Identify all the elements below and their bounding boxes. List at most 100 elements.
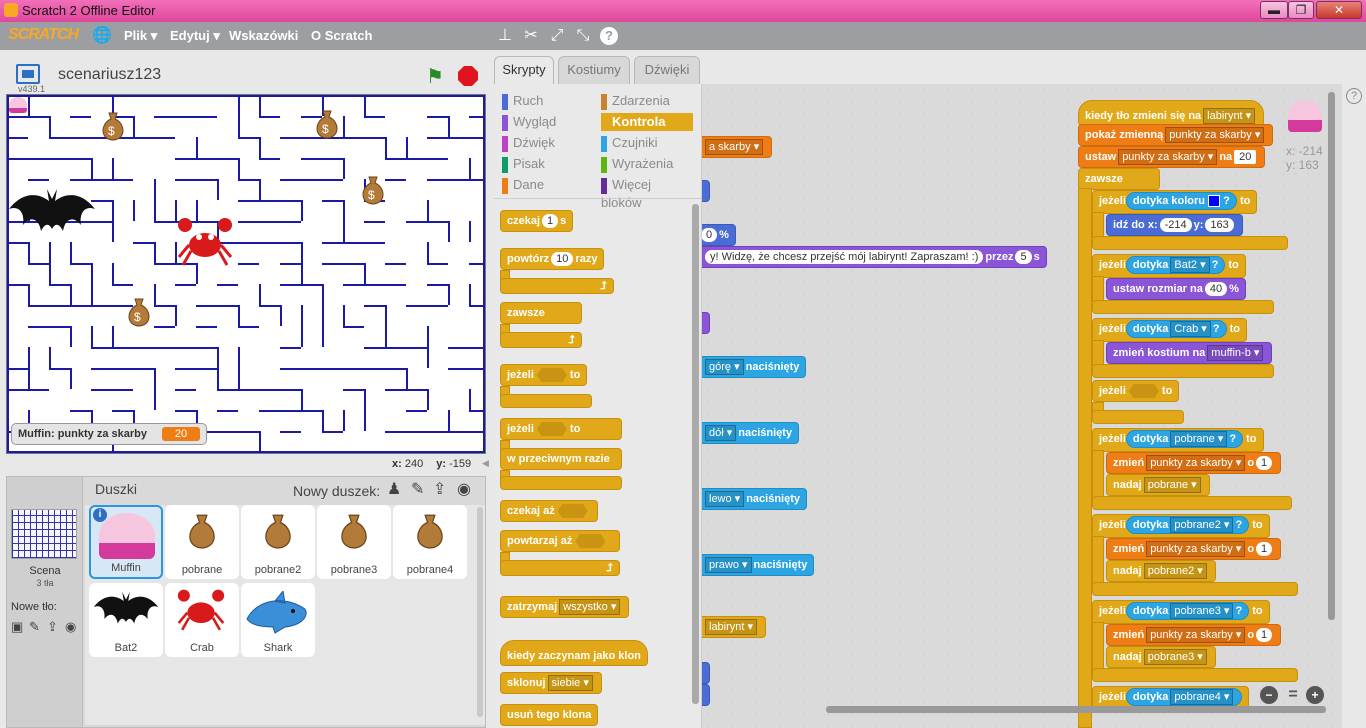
sensing-touching[interactable]: dotykaBat2? — [1125, 256, 1226, 274]
green-flag-icon[interactable]: ⚑ — [426, 64, 444, 89]
block-delete-clone[interactable]: usuń tego klona — [500, 704, 599, 726]
minimize-button[interactable]: ▬ — [1260, 1, 1288, 19]
stage[interactable]: $ $ $ $ Muffin: punkty za skarby 20 — [6, 94, 486, 454]
tab-scripts[interactable]: Skrypty — [494, 56, 554, 84]
block-if-touch-crab[interactable]: jeżelidotykaCrab? to — [1092, 318, 1247, 342]
block-input[interactable]: 1 — [1256, 456, 1273, 470]
block-if-touch-pobrane3[interactable]: jeżelidotykapobrane3? to — [1092, 600, 1270, 624]
tab-costumes[interactable]: Kostiumy — [558, 56, 630, 84]
category-events[interactable]: Zdarzenia — [601, 92, 693, 110]
block-set-size[interactable]: ustaw rozmiar na 40% — [1106, 278, 1246, 300]
block-dropdown[interactable]: pobrane2 — [1170, 517, 1234, 533]
block-partial-key-down[interactable]: dółnaciśnięty — [702, 422, 800, 444]
block-forever-main[interactable]: zawsze — [1078, 168, 1160, 190]
block-dropdown[interactable]: pobrane2 — [1143, 563, 1207, 579]
category-sensing[interactable]: Czujniki — [601, 134, 693, 152]
menu-about[interactable]: O Scratch — [311, 28, 372, 43]
moneybag-sprite[interactable]: $ — [313, 109, 341, 139]
block-boolean-slot[interactable] — [557, 504, 588, 519]
block-wait-until[interactable]: czekaj aż — [500, 500, 598, 522]
block-wait[interactable]: czekaj 1 s — [500, 210, 574, 232]
moneybag-sprite[interactable]: $ — [125, 297, 153, 327]
block-partial-key-up[interactable]: góręnaciśnięty — [702, 356, 807, 378]
sprite-tile-pobrane3[interactable]: pobrane3 — [317, 505, 391, 579]
sensing-touching[interactable]: dotykapobrane? — [1125, 430, 1244, 448]
stop-icon[interactable] — [458, 66, 478, 86]
moneybag-sprite[interactable]: $ — [359, 175, 387, 205]
menu-edit[interactable]: Edytuj ▾ — [170, 28, 220, 44]
block-input[interactable]: 10 — [551, 252, 574, 266]
crab-sprite[interactable] — [177, 215, 233, 271]
block-broadcast[interactable]: nadaj pobrane — [1106, 474, 1210, 496]
sprite-tile-muffin[interactable]: i Muffin — [89, 505, 163, 579]
block-input[interactable]: 5 — [1015, 250, 1032, 264]
block-input[interactable]: 1 — [542, 214, 559, 228]
block-if-touch-bat[interactable]: jeżelidotykaBat2? to — [1092, 254, 1246, 278]
help-tips-icon[interactable]: ? — [1346, 88, 1362, 104]
menu-tips[interactable]: Wskazówki — [229, 28, 298, 43]
color-swatch[interactable] — [1208, 195, 1221, 208]
block-dropdown[interactable]: punkty za skarby — [1146, 541, 1246, 557]
block-clone-start-hat[interactable]: kiedy zaczynam jako klon — [500, 640, 648, 666]
zoom-in-icon[interactable]: + — [1306, 686, 1324, 704]
category-looks[interactable]: Wygląd — [502, 113, 592, 131]
globe-icon[interactable]: 🌐 — [92, 27, 112, 45]
sprite-tile-bat2[interactable]: Bat2 — [89, 583, 163, 657]
block-broadcast[interactable]: nadaj pobrane2 — [1106, 560, 1216, 582]
block-partial-key-right[interactable]: prawonaciśnięty — [702, 554, 815, 576]
block-repeat-until[interactable]: powtarzaj aż — [500, 530, 620, 552]
grow-icon[interactable]: ⤢ — [548, 27, 566, 45]
paint-backdrop-icon[interactable]: ▣ — [11, 619, 23, 635]
block-dropdown[interactable]: punkty za skarby — [1118, 149, 1218, 165]
block-repeat[interactable]: powtórz 10 razy — [500, 248, 605, 270]
block-dropdown[interactable]: pobrane3 — [1170, 603, 1234, 619]
block-dropdown[interactable]: dół — [705, 425, 737, 441]
block-change-variable[interactable]: zmieńpunkty za skarbyo1 — [1106, 538, 1282, 560]
block-input[interactable]: -214 — [1159, 218, 1192, 232]
sensing-touching[interactable]: dotykapobrane2? — [1125, 516, 1250, 534]
block-partial-key-left[interactable]: lewonaciśnięty — [702, 488, 808, 510]
hat-backdrop-switch[interactable]: kiedy tło zmieni się na labirynt — [1078, 100, 1265, 126]
block-boolean-slot[interactable] — [1128, 384, 1159, 399]
sensing-touching[interactable]: dotyka pobrane4 — [1125, 688, 1243, 706]
block-dropdown[interactable]: labirynt — [1203, 108, 1256, 124]
sprite-tile-pobrane[interactable]: pobrane — [165, 505, 239, 579]
block-dropdown[interactable]: lewo — [705, 491, 745, 507]
sensing-touching[interactable]: dotykapobrane3? — [1125, 602, 1250, 620]
bat-sprite[interactable] — [9, 185, 95, 241]
scripts-area[interactable]: a skarby 0% y! Widzę, że chcesz przejść … — [702, 84, 1342, 728]
block-stop[interactable]: zatrzymaj wszystko — [500, 596, 630, 618]
block-show-variable[interactable]: pokaż zmienną punkty za skarby — [1078, 124, 1274, 146]
upload-sprite-icon[interactable]: ⇪ — [433, 479, 446, 499]
sprite-tile-pobrane4[interactable]: pobrane4 — [393, 505, 467, 579]
block-create-clone[interactable]: sklonuj siebie — [500, 672, 602, 694]
block-if-else[interactable]: jeżeli to — [500, 418, 622, 440]
scene-thumbnail[interactable] — [11, 509, 77, 559]
maximize-button[interactable]: ❐ — [1288, 1, 1314, 19]
camera-backdrop-icon[interactable]: ◉ — [65, 619, 76, 635]
brush-icon[interactable]: ✎ — [29, 619, 40, 635]
block-input[interactable]: 40 — [1204, 282, 1228, 296]
paint-sprite-icon[interactable]: ✎ — [411, 479, 424, 499]
category-motion[interactable]: Ruch — [502, 92, 592, 110]
shrink-icon[interactable]: ⤡ — [574, 27, 592, 45]
sprite-tile-crab[interactable]: Crab — [165, 583, 239, 657]
scripts-horizontal-scrollbar[interactable] — [826, 706, 1326, 713]
block-if-touch-pobrane2[interactable]: jeżelidotykapobrane2? to — [1092, 514, 1270, 538]
muffin-sprite-small[interactable] — [9, 97, 27, 113]
cut-icon[interactable]: ✂ — [522, 27, 540, 45]
block-dropdown[interactable]: Crab — [1170, 321, 1211, 337]
block-dropdown[interactable]: wszystko — [559, 599, 621, 615]
close-button[interactable]: ✕ — [1316, 1, 1362, 19]
block-if-touch-pobrane[interactable]: jeżelidotykapobrane? to — [1092, 428, 1264, 452]
sprite-list-scrollbar[interactable] — [477, 507, 483, 717]
block-goto-xy[interactable]: idź do x: -214 y: 163 — [1106, 214, 1243, 236]
block-input[interactable]: 1 — [1256, 628, 1273, 642]
category-sound[interactable]: Dźwięk — [502, 134, 592, 152]
block-if-touch-color[interactable]: jeżeli dotyka koloru ? to — [1092, 190, 1258, 214]
block-change-variable[interactable]: zmieńpunkty za skarbyo1 — [1106, 624, 1282, 646]
camera-sprite-icon[interactable]: ◉ — [457, 479, 471, 499]
category-control[interactable]: Kontrola — [601, 113, 693, 131]
sprite-tile-pobrane2[interactable]: pobrane2 — [241, 505, 315, 579]
sprite-tile-shark[interactable]: Shark — [241, 583, 315, 657]
